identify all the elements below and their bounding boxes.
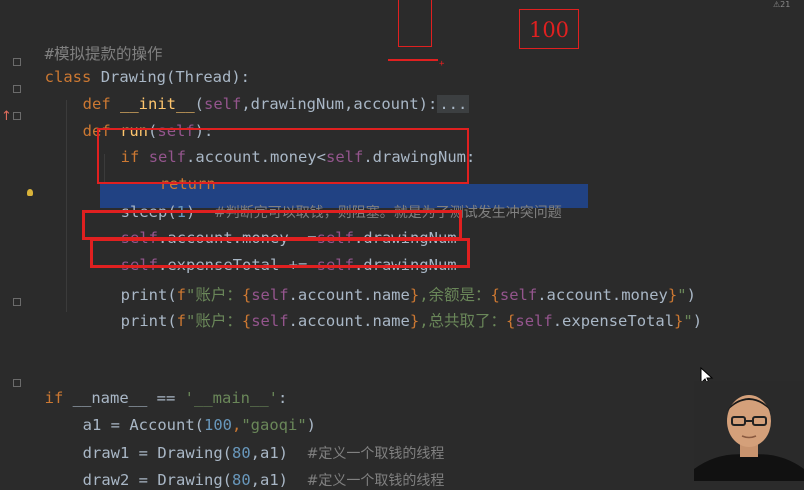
brace: } [409, 312, 420, 330]
code-line-15: draw2 = Drawing(80,a1) #定义一个取钱的线程 [64, 452, 445, 490]
brace: { [241, 312, 252, 330]
highlight-box-expense-total [90, 238, 470, 268]
expr: .account.name [288, 312, 410, 330]
fold-print-end-icon[interactable] [13, 298, 21, 306]
fold-main-icon[interactable] [13, 379, 21, 387]
string: "账户： [186, 312, 242, 330]
print-call: print( [120, 312, 177, 330]
annotation-plus-mark: + [439, 59, 445, 69]
fstring-prefix: f [176, 312, 187, 330]
params: ,drawingNum,account): [241, 95, 438, 113]
annotation-value-box: 100 [519, 9, 579, 49]
override-arrow-icon[interactable]: ↑ [1, 109, 12, 124]
presenter-avatar-icon [694, 381, 804, 481]
comment: #定义一个取钱的线程 [306, 473, 445, 489]
self-keyword: self [515, 312, 553, 330]
keyword-if: if [44, 389, 64, 407]
brace: { [506, 312, 516, 330]
fold-class-icon[interactable] [13, 58, 21, 66]
expr: .expenseTotal [552, 312, 675, 330]
code-line-11: print(f"账户：{self.account.name},总共取了：{sel… [102, 291, 702, 331]
annotation-rect-sketch [398, 0, 432, 47]
fold-init-icon[interactable] [13, 85, 21, 93]
paren: ) [692, 312, 703, 330]
expr: draw2 = Drawing( [82, 471, 232, 489]
fold-run-icon[interactable] [13, 112, 21, 120]
brace: } [674, 312, 684, 330]
highlight-box-money-subtract [82, 210, 462, 240]
string: " [683, 312, 693, 330]
highlight-box-if-return [97, 128, 469, 184]
presenter-webcam [694, 381, 804, 481]
lightbulb-icon[interactable] [27, 189, 33, 196]
string: ,总共取了： [419, 312, 507, 330]
number: 80 [231, 471, 251, 489]
folded-ellipsis[interactable]: ... [437, 95, 470, 113]
warning-badge[interactable]: ⚠21 [773, 0, 790, 9]
self-keyword: self [251, 312, 289, 330]
expr: ,a1) [250, 471, 288, 489]
annotation-underline [388, 59, 438, 61]
